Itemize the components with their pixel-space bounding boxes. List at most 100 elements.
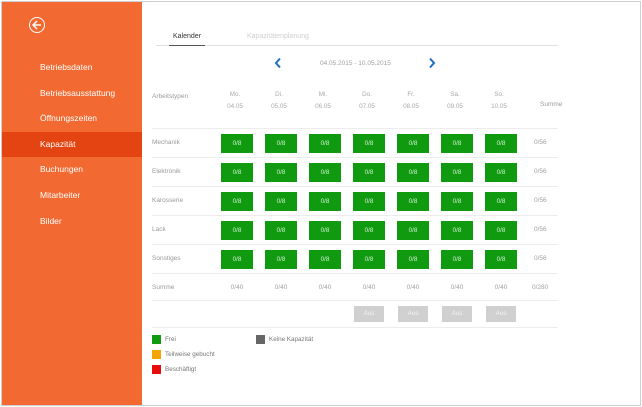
capacity-cell[interactable]: 0/8 [353,134,385,153]
capacity-cell[interactable]: 0/8 [485,250,517,269]
sidebar-item-kapazitaet[interactable]: Kapazität [2,131,142,158]
tab-kapazitaetenplanung[interactable]: Kapazitätenplanung [247,33,309,40]
tab-kalender[interactable]: Kalender [168,33,206,46]
aus-button[interactable]: Aus [354,306,384,322]
aus-button[interactable]: Aus [486,306,516,322]
capacity-cell[interactable]: 0/8 [265,250,297,269]
day-name: Do. [362,91,372,98]
capacity-cell[interactable]: 0/8 [309,163,341,182]
sum-row: Summe 0/40 0/40 0/40 0/40 0/40 0/40 0/40… [152,273,558,302]
capacity-cell[interactable]: 0/8 [353,221,385,240]
sidebar-item-bilder[interactable]: Bilder [2,209,142,235]
capacity-cell[interactable]: 0/8 [485,163,517,182]
day-header: Di. 05.05 [261,89,297,113]
chevron-right-icon [429,57,436,69]
legend-swatch [256,335,265,344]
capacity-cell[interactable]: 0/8 [441,192,473,211]
capacity-cell[interactable]: 0/8 [397,221,429,240]
sidebar-item-betriebsausstattung[interactable]: Betriebsausstattung [2,81,142,107]
arrow-left-icon [32,20,41,30]
sum-value: 0/40 [362,284,376,291]
capacity-cell[interactable]: 0/8 [309,134,341,153]
table-row: Elektronik 0/8 0/8 0/8 0/8 0/8 0/8 0/8 0… [152,157,558,186]
sum-value: 0/40 [274,284,288,291]
sum-value: 0/40 [494,284,508,291]
legend-swatch [152,365,161,374]
sum-value: 0/40 [450,284,464,291]
capacity-cell[interactable]: 0/8 [441,134,473,153]
day-date: 08.05 [403,103,419,110]
aus-button[interactable]: Aus [442,306,472,322]
table-row: Lack 0/8 0/8 0/8 0/8 0/8 0/8 0/8 0/56 [152,215,558,244]
day-header: Mo. 04.05 [217,89,253,113]
capacity-cell[interactable]: 0/8 [221,192,253,211]
row-label: Elektronik [152,168,181,175]
capacity-cell[interactable]: 0/8 [485,192,517,211]
day-header: Do. 07.05 [349,89,385,113]
grid-header: Arbeitstypen Mo. 04.05 Di. 05.05 Mi. 06.05 … [142,86,562,120]
legend-swatch [152,350,161,359]
capacity-cell[interactable]: 0/8 [485,134,517,153]
capacity-cell[interactable]: 0/8 [353,163,385,182]
capacity-cell[interactable]: 0/8 [397,163,429,182]
day-date: 07.05 [359,103,375,110]
legend-label: Beschäftigt [165,366,197,373]
next-week-button[interactable] [428,57,438,71]
sidebar-item-buchungen[interactable]: Buchungen [2,157,142,183]
prev-week-button[interactable] [274,57,284,71]
day-date: 09.05 [447,103,463,110]
day-date: 06.05 [315,103,331,110]
back-button[interactable] [29,17,45,33]
row-header-label: Arbeitstypen [152,93,189,100]
capacity-cell[interactable]: 0/8 [397,192,429,211]
capacity-cell[interactable]: 0/8 [353,250,385,269]
sidebar-nav: Betriebsdaten Betriebsausstattung Öffnun… [2,55,142,234]
sidebar-item-oeffnungszeiten[interactable]: Öffnungszeiten [2,106,142,132]
chevron-left-icon [274,57,281,69]
row-label: Sonstiges [152,255,181,262]
capacity-cell[interactable]: 0/8 [309,192,341,211]
capacity-cell[interactable]: 0/8 [309,250,341,269]
capacity-cell[interactable]: 0/8 [221,221,253,240]
main-content: Kalender Kapazitätenplanung 04.05.2015 -… [142,2,640,405]
capacity-cell[interactable]: 0/8 [309,221,341,240]
aus-button[interactable]: Aus [398,306,428,322]
day-name: So. [494,91,504,98]
capacity-cell[interactable]: 0/8 [221,163,253,182]
capacity-cell[interactable]: 0/8 [221,134,253,153]
week-navigator: 04.05.2015 - 10.05.2015 [274,57,436,71]
capacity-cell[interactable]: 0/8 [441,250,473,269]
day-name: Sa. [450,91,460,98]
capacity-cell[interactable]: 0/8 [265,134,297,153]
capacity-cell[interactable]: 0/8 [397,250,429,269]
capacity-cell[interactable]: 0/8 [441,221,473,240]
sidebar-item-betriebsdaten[interactable]: Betriebsdaten [2,55,142,81]
day-name: Fr. [407,91,415,98]
day-name: Mi. [318,91,328,98]
row-label: Karosserie [152,197,184,204]
row-sum: 0/56 [534,255,547,262]
capacity-cell[interactable]: 0/8 [265,163,297,182]
day-name: Di. [275,91,283,98]
legend-label: Keine Kapazität [269,336,314,343]
table-row: Sonstiges 0/8 0/8 0/8 0/8 0/8 0/8 0/8 0/… [152,244,558,273]
capacity-cell[interactable]: 0/8 [397,134,429,153]
capacity-cell[interactable]: 0/8 [353,192,385,211]
sidebar-item-mitarbeiter[interactable]: Mitarbeiter [2,183,142,209]
toggle-row: Aus Aus Aus Aus [152,300,558,328]
capacity-cell[interactable]: 0/8 [441,163,473,182]
day-name: Mo. [229,91,241,98]
row-sum: 0/56 [534,168,547,175]
legend-label: Teilweise gebucht [165,351,215,358]
row-sum: 0/56 [534,139,547,146]
capacity-cell[interactable]: 0/8 [265,221,297,240]
week-range-label: 04.05.2015 - 10.05.2015 [320,60,391,67]
day-header: Sa. 09.05 [437,89,473,113]
legend-label: Frei [165,336,176,343]
capacity-cell[interactable]: 0/8 [265,192,297,211]
row-sum: 0/56 [534,197,547,204]
day-date: 10.05 [491,103,507,110]
app-window: Betriebsdaten Betriebsausstattung Öffnun… [1,1,641,406]
capacity-cell[interactable]: 0/8 [485,221,517,240]
capacity-cell[interactable]: 0/8 [221,250,253,269]
